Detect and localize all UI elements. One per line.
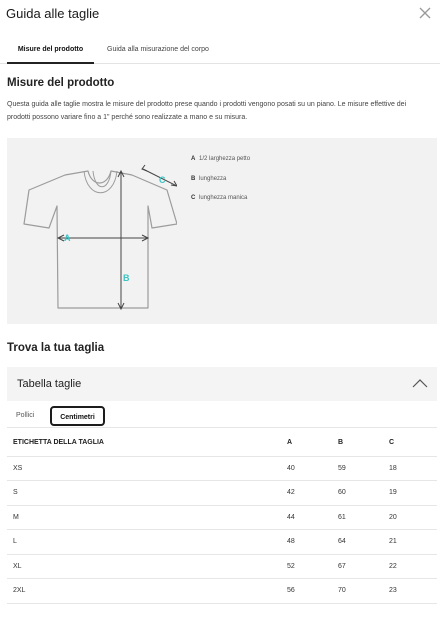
table-row: XL 52 67 22 (7, 554, 437, 579)
measurement-diagram: A B C A 1/2 larghezza petto B lunghezza … (7, 138, 437, 324)
size-label-cell: 2XL (7, 578, 287, 604)
value-b-cell: 64 (338, 529, 389, 555)
value-a-cell: 56 (287, 578, 338, 604)
table-row: XS 40 59 18 (7, 456, 437, 481)
unit-centimeters[interactable]: Centimetri (50, 406, 105, 426)
table-row: L 48 64 21 (7, 529, 437, 555)
size-label-cell: M (7, 505, 287, 530)
product-measurements-description: Questa guida alle taglie mostra le misur… (7, 101, 407, 121)
size-chart-title: Tabella taglie (17, 378, 82, 390)
value-a-cell: 42 (287, 480, 338, 506)
size-table: ETICHETTA DELLA TAGLIA A B C XS 40 59 18… (7, 429, 437, 604)
marker-a: A (64, 233, 71, 243)
size-label-cell: XL (7, 554, 287, 579)
value-a-cell: 40 (287, 456, 338, 481)
value-c-cell: 20 (389, 505, 437, 530)
value-c-cell: 23 (389, 578, 437, 604)
value-c-cell: 22 (389, 554, 437, 579)
size-chart-accordion[interactable]: Tabella taglie (7, 367, 437, 401)
table-header-row: ETICHETTA DELLA TAGLIA A B C (7, 429, 437, 457)
product-measurements-heading: Misure del prodotto (7, 77, 115, 89)
value-a-cell: 48 (287, 529, 338, 555)
chevron-up-icon[interactable] (412, 377, 428, 389)
table-row: 2XL 56 70 23 (7, 578, 437, 604)
tab-body-measurement-guide[interactable]: Guida alla misurazione del corpo (107, 40, 209, 64)
modal-title: Guida alle taglie (6, 6, 100, 21)
close-icon[interactable] (416, 4, 434, 22)
legend-item-b: B lunghezza (191, 175, 227, 182)
column-header-c: C (389, 429, 437, 457)
value-c-cell: 19 (389, 480, 437, 506)
unit-inches[interactable]: Pollici (16, 406, 34, 426)
tab-product-measurements[interactable]: Misure del prodotto (7, 40, 94, 64)
column-header-size-label: ETICHETTA DELLA TAGLIA (7, 429, 287, 457)
value-c-cell: 21 (389, 529, 437, 555)
size-label-cell: S (7, 480, 287, 506)
find-size-heading: Trova la tua taglia (7, 342, 105, 354)
measurement-legend: A 1/2 larghezza petto B lunghezza C lung… (191, 150, 250, 209)
table-row: S 42 60 19 (7, 480, 437, 506)
value-a-cell: 52 (287, 554, 338, 579)
value-b-cell: 59 (338, 456, 389, 481)
value-b-cell: 60 (338, 480, 389, 506)
legend-item-a: A 1/2 larghezza petto (191, 156, 251, 162)
column-header-b: B (338, 429, 389, 457)
value-b-cell: 61 (338, 505, 389, 530)
size-label-cell: L (7, 529, 287, 555)
value-b-cell: 70 (338, 578, 389, 604)
marker-b: B (123, 273, 130, 283)
size-label-cell: XS (7, 456, 287, 481)
column-header-a: A (287, 429, 338, 457)
guide-tabs: Misure del prodotto Guida alla misurazio… (0, 40, 440, 64)
legend-item-c: C lunghezza manica (191, 195, 248, 201)
marker-c: C (159, 175, 166, 185)
modal-header: Guida alle taglie (0, 0, 440, 28)
table-row: M 44 61 20 (7, 505, 437, 530)
unit-toggle: Pollici Centimetri (7, 403, 437, 428)
tshirt-illustration: A B C (23, 164, 177, 311)
value-a-cell: 44 (287, 505, 338, 530)
value-c-cell: 18 (389, 456, 437, 481)
value-b-cell: 67 (338, 554, 389, 579)
